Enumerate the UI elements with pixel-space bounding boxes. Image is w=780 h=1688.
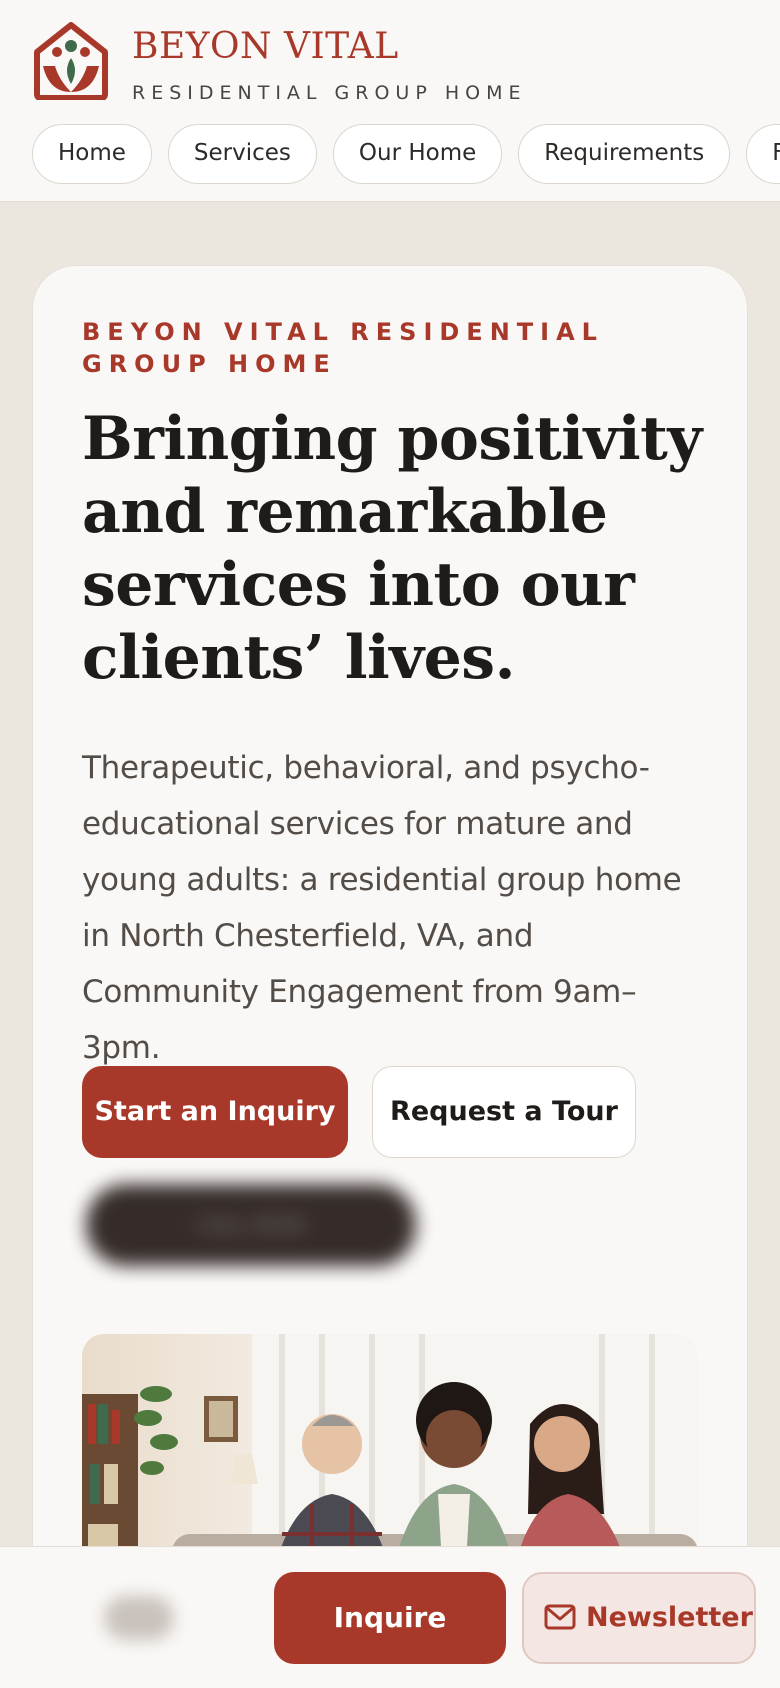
- newsletter-label: Newsletter: [586, 1602, 753, 1633]
- blurred-call-button[interactable]: CALL NOW: [86, 1184, 416, 1266]
- blurred-bottom-item[interactable]: [104, 1596, 174, 1640]
- site-header: BEYON VITAL RESIDENTIAL GROUP HOME Home S…: [0, 0, 780, 202]
- hero-title: Bringing positivity and remarkable servi…: [82, 404, 702, 693]
- nav-item-our-home[interactable]: Our Home: [332, 124, 503, 184]
- mail-icon: [544, 1604, 576, 1629]
- brand-name[interactable]: BEYON VITAL: [132, 26, 399, 67]
- nav-item-home[interactable]: Home: [32, 124, 152, 184]
- start-inquiry-button[interactable]: Start an Inquiry: [82, 1066, 348, 1158]
- blurred-call-label: CALL NOW: [197, 1213, 305, 1237]
- request-tour-button[interactable]: Request a Tour: [372, 1066, 636, 1158]
- brand-tagline: RESIDENTIAL GROUP HOME: [132, 82, 527, 104]
- hero-description: Therapeutic, behavioral, and psycho-educ…: [82, 750, 682, 1066]
- house-family-logo[interactable]: [33, 22, 109, 100]
- nav-item-more[interactable]: F: [746, 124, 780, 184]
- newsletter-button[interactable]: Newsletter: [522, 1572, 756, 1664]
- hero-eyebrow: BEYON VITAL RESIDENTIAL GROUP HOME: [82, 318, 604, 378]
- primary-nav: Home Services Our Home Requirements F: [32, 124, 780, 184]
- inquire-button[interactable]: Inquire: [274, 1572, 506, 1664]
- nav-item-services[interactable]: Services: [167, 124, 317, 184]
- nav-item-requirements[interactable]: Requirements: [518, 124, 731, 184]
